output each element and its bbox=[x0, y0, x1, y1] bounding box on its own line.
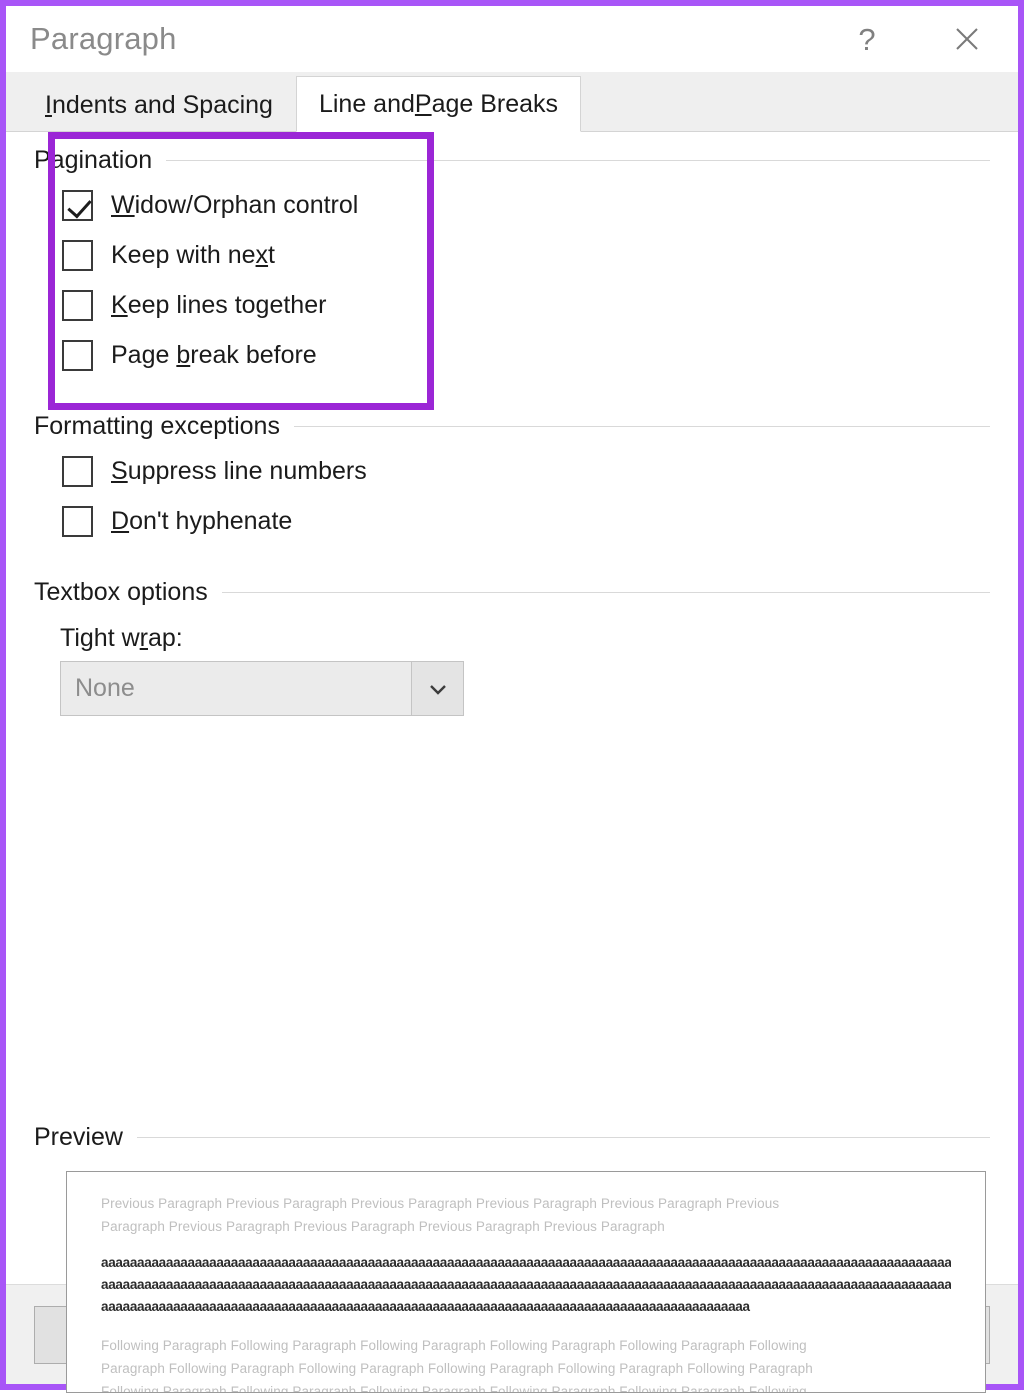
tab-label-post: ndents and Spacing bbox=[51, 90, 273, 119]
preview-following-line: Following Paragraph Following Paragraph … bbox=[101, 1384, 807, 1393]
section-title: Formatting exceptions bbox=[34, 411, 280, 440]
pagination-section: Pagination Widow/Orphan control Keep wit… bbox=[34, 132, 990, 410]
title-bar: Paragraph ? bbox=[6, 6, 1018, 72]
tab-strip: Indents and Spacing Line and Page Breaks bbox=[6, 72, 1018, 132]
preview-box: Previous Paragraph Previous Paragraph Pr… bbox=[66, 1171, 986, 1393]
pagination-header: Pagination bbox=[34, 140, 990, 180]
checkbox-keep-lines-together[interactable]: Keep lines together bbox=[62, 280, 990, 330]
close-icon[interactable] bbox=[938, 13, 996, 65]
checkbox-widow-orphan-control[interactable]: Widow/Orphan control bbox=[62, 180, 990, 230]
dialog-body: Pagination Widow/Orphan control Keep wit… bbox=[6, 132, 1018, 1393]
chevron-down-icon[interactable] bbox=[411, 662, 463, 715]
checkbox-label: Don't hyphenate bbox=[111, 506, 293, 535]
textbox-options-header: Textbox options bbox=[34, 572, 990, 612]
tab-label-post: age Breaks bbox=[431, 89, 559, 118]
checkbox-label: Suppress line numbers bbox=[111, 456, 367, 485]
preview-following-line: Following Paragraph Following Paragraph … bbox=[101, 1338, 807, 1353]
tab-accel-key: I bbox=[45, 90, 52, 119]
tab-line-and-page-breaks[interactable]: Line and Page Breaks bbox=[295, 76, 582, 132]
section-divider bbox=[293, 425, 990, 427]
checkbox-label: Page break before bbox=[111, 340, 317, 369]
checkbox-box[interactable] bbox=[62, 339, 93, 371]
section-divider bbox=[221, 591, 990, 593]
preview-section: Preview Previous Paragraph Previous Para… bbox=[34, 1117, 990, 1393]
preview-previous-line: Paragraph Previous Paragraph Previous Pa… bbox=[101, 1219, 665, 1234]
preview-sample-line: aaaaaaaaaaaaaaaaaaaaaaaaaaaaaaaaaaaaaaaa… bbox=[101, 1277, 951, 1292]
preview-sample-line: aaaaaaaaaaaaaaaaaaaaaaaaaaaaaaaaaaaaaaaa… bbox=[101, 1255, 951, 1270]
checkbox-keep-with-next[interactable]: Keep with next bbox=[62, 230, 990, 280]
dialog-title: Paragraph bbox=[30, 21, 177, 56]
checkbox-label: Keep with next bbox=[111, 240, 275, 269]
section-title: Preview bbox=[34, 1122, 123, 1151]
tight-wrap-value: None bbox=[75, 674, 135, 702]
tab-label-pre: Line and bbox=[318, 89, 415, 118]
section-divider bbox=[136, 1136, 990, 1138]
preview-sample-line: aaaaaaaaaaaaaaaaaaaaaaaaaaaaaaaaaaaaaaaa… bbox=[101, 1299, 750, 1314]
checkbox-box[interactable] bbox=[62, 239, 93, 271]
section-title: Textbox options bbox=[34, 577, 208, 606]
checkbox-dont-hyphenate[interactable]: Don't hyphenate bbox=[62, 496, 990, 546]
checkbox-suppress-line-numbers[interactable]: Suppress line numbers bbox=[62, 446, 990, 496]
tab-indents-and-spacing[interactable]: Indents and Spacing bbox=[22, 79, 296, 131]
checkbox-box[interactable] bbox=[62, 455, 93, 487]
preview-header: Preview bbox=[34, 1117, 990, 1157]
preview-following-line: Paragraph Following Paragraph Following … bbox=[101, 1361, 813, 1376]
checkbox-label: Keep lines together bbox=[111, 290, 327, 319]
section-divider bbox=[166, 159, 990, 161]
tight-wrap-dropdown[interactable]: None bbox=[60, 661, 464, 716]
tab-accel-key: P bbox=[414, 89, 432, 118]
paragraph-dialog: Paragraph ? Indents and Spacing Line and… bbox=[0, 0, 1024, 1393]
tight-wrap-label: Tight wrap: bbox=[60, 624, 183, 652]
section-title: Pagination bbox=[34, 145, 153, 174]
checkbox-box[interactable] bbox=[62, 189, 93, 221]
textbox-options-section: Textbox options Tight wrap: None bbox=[34, 572, 990, 716]
formatting-exceptions-section: Formatting exceptions Suppress line numb… bbox=[34, 406, 990, 546]
checkbox-box[interactable] bbox=[62, 505, 93, 537]
formatting-exceptions-header: Formatting exceptions bbox=[34, 406, 990, 446]
checkbox-label: Widow/Orphan control bbox=[111, 190, 359, 219]
checkbox-box[interactable] bbox=[62, 289, 93, 321]
preview-previous-line: Previous Paragraph Previous Paragraph Pr… bbox=[101, 1196, 780, 1211]
help-icon[interactable]: ? bbox=[838, 13, 896, 65]
checkbox-page-break-before[interactable]: Page break before bbox=[62, 330, 990, 380]
